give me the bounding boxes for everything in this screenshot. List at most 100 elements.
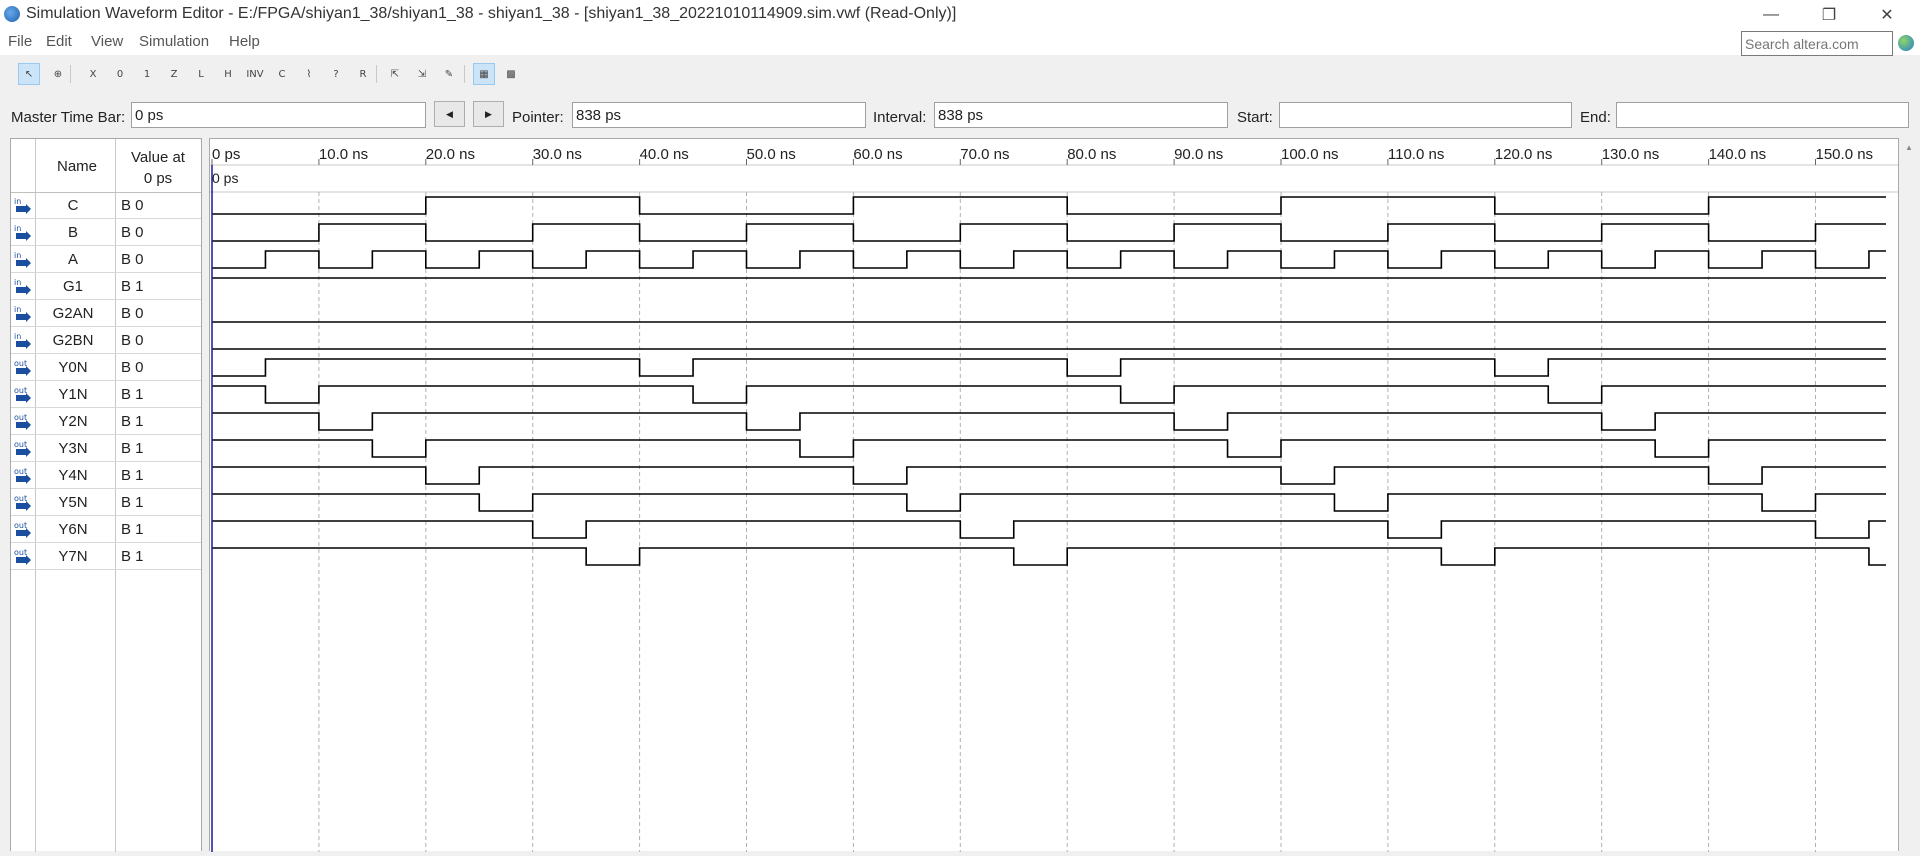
signal-value: B 1 [121, 413, 144, 430]
signal-name: C [67, 197, 79, 214]
restore-button[interactable]: ❐ [1806, 0, 1852, 29]
count-value-icon[interactable]: C [271, 63, 293, 85]
signal-row-a[interactable]: in A B 0 [11, 246, 201, 273]
start-label: Start: [1237, 109, 1273, 126]
signal-row-y7n[interactable]: out Y7N B 1 [11, 543, 201, 570]
signal-row-y4n[interactable]: out Y4N B 1 [11, 462, 201, 489]
scroll-up-icon[interactable]: ▲ [1905, 143, 1913, 152]
waveform-y1n[interactable] [212, 385, 1886, 404]
pointer-field[interactable]: 838 ps [572, 102, 866, 128]
grid-settings-icon[interactable]: ▦ [473, 63, 495, 85]
signal-value: B 0 [121, 251, 144, 268]
random-value-icon[interactable]: R [352, 63, 374, 85]
waveform-canvas[interactable]: 0 ps 10.0 ns 20.0 ns 30.0 ns 40.0 ns 50.0 ns 6… [210, 139, 1898, 852]
menu-simulation[interactable]: Simulation [139, 33, 209, 50]
vertical-scrollbar[interactable]: ▲ [1899, 138, 1920, 851]
arbitrary-value-icon[interactable]: ? [325, 63, 347, 85]
weak-low-icon[interactable]: L [190, 63, 212, 85]
signal-name: Y1N [58, 386, 88, 403]
time-tick-label: 60.0 ns [853, 146, 902, 163]
force-unknown-icon[interactable]: X [82, 63, 104, 85]
globe-icon[interactable] [1898, 35, 1914, 51]
close-button[interactable]: ✕ [1864, 0, 1910, 29]
selection-tool-icon[interactable]: ↖ [18, 63, 40, 85]
menu-bar: File Edit View Simulation Help [0, 29, 1920, 55]
edit-tool-icon[interactable]: ✎ [438, 63, 460, 85]
minimize-button[interactable]: — [1748, 0, 1794, 29]
prev-transition-button[interactable]: ◀ [434, 101, 465, 127]
waveform-c[interactable] [212, 196, 1886, 215]
value-column-header[interactable]: Value at 0 ps [115, 147, 201, 189]
signal-row-g1[interactable]: in G1 B 1 [11, 273, 201, 300]
input-pin-icon: in [14, 198, 34, 214]
waveform-panel[interactable]: 0 ps 10.0 ns 20.0 ns 30.0 ns 40.0 ns 50.0 ns 6… [209, 138, 1899, 852]
app-icon [4, 6, 20, 22]
signal-row-y6n[interactable]: out Y6N B 1 [11, 516, 201, 543]
value-header-line1: Value at [131, 149, 185, 166]
output-pin-icon: out [14, 522, 34, 538]
search-input[interactable] [1742, 32, 1888, 55]
signal-row-b[interactable]: in B B 0 [11, 219, 201, 246]
signal-row-y0n[interactable]: out Y0N B 0 [11, 354, 201, 381]
high-impedance-icon[interactable]: Z [163, 63, 185, 85]
waveform-y6n[interactable] [212, 520, 1886, 539]
signal-row-y2n[interactable]: out Y2N B 1 [11, 408, 201, 435]
signal-name: G2AN [52, 305, 94, 322]
clock-value-icon[interactable]: ⌇ [298, 63, 320, 85]
signal-row-y1n[interactable]: out Y1N B 1 [11, 381, 201, 408]
signal-name: A [67, 251, 78, 268]
waveform-b[interactable] [212, 223, 1886, 242]
window-title: Simulation Waveform Editor - E:/FPGA/shi… [26, 5, 957, 22]
signal-row-g2an[interactable]: in G2AN B 0 [11, 300, 201, 327]
master-time-bar-field[interactable]: 0 ps [131, 102, 426, 128]
invert-icon[interactable]: INV [244, 63, 266, 85]
signal-value: B 1 [121, 548, 144, 565]
output-pin-icon: out [14, 495, 34, 511]
signal-row-g2bn[interactable]: in G2BN B 0 [11, 327, 201, 354]
waveform-y7n[interactable] [212, 547, 1886, 566]
signal-name: G1 [62, 278, 83, 295]
signal-value: B 0 [121, 359, 144, 376]
signal-row-c[interactable]: in C B 0 [11, 192, 201, 219]
next-transition-button[interactable]: ▶ [473, 101, 504, 127]
waveform-y4n[interactable] [212, 466, 1886, 485]
signal-table-header: Name Value at 0 ps [11, 139, 201, 193]
force-low-icon[interactable]: 0 [109, 63, 131, 85]
signal-value: B 1 [121, 467, 144, 484]
waveform-y2n[interactable] [212, 412, 1886, 431]
signal-name: Y5N [58, 494, 88, 511]
weak-high-icon[interactable]: H [217, 63, 239, 85]
signal-row-y5n[interactable]: out Y5N B 1 [11, 489, 201, 516]
signal-row-y3n[interactable]: out Y3N B 1 [11, 435, 201, 462]
name-column-header[interactable]: Name [57, 158, 97, 175]
waveform-y0n[interactable] [212, 358, 1886, 377]
input-pin-icon: in [14, 225, 34, 241]
signal-name: G2BN [52, 332, 94, 349]
output-pin-icon: out [14, 360, 34, 376]
waveform-y3n[interactable] [212, 439, 1886, 458]
pin-direction: in [14, 197, 22, 206]
end-field[interactable] [1616, 102, 1909, 128]
start-field[interactable] [1279, 102, 1572, 128]
menu-edit[interactable]: Edit [46, 33, 72, 50]
waveform-a[interactable] [212, 250, 1886, 269]
time-tick-label: 140.0 ns [1709, 146, 1767, 163]
time-tick-label: 50.0 ns [747, 146, 796, 163]
input-pin-icon: in [14, 333, 34, 349]
menu-help[interactable]: Help [229, 33, 260, 50]
waveform-y5n[interactable] [212, 493, 1886, 512]
time-tick-label: 0 ps [212, 146, 240, 163]
menu-view[interactable]: View [91, 33, 123, 50]
snap-to-grid-icon[interactable]: ⇱ [384, 63, 406, 85]
interval-field[interactable]: 838 ps [934, 102, 1228, 128]
group-settings-icon[interactable]: ▩ [500, 63, 522, 85]
menu-file[interactable]: File [8, 33, 32, 50]
force-high-icon[interactable]: 1 [136, 63, 158, 85]
snap-transition-icon[interactable]: ⇲ [411, 63, 433, 85]
time-tick-label: 30.0 ns [533, 146, 582, 163]
value-header-line2: 0 ps [143, 170, 173, 187]
signal-name: Y0N [58, 359, 88, 376]
signal-name: B [67, 224, 78, 241]
pin-direction: in [14, 224, 22, 233]
zoom-tool-icon[interactable]: ⊕ [47, 63, 69, 85]
